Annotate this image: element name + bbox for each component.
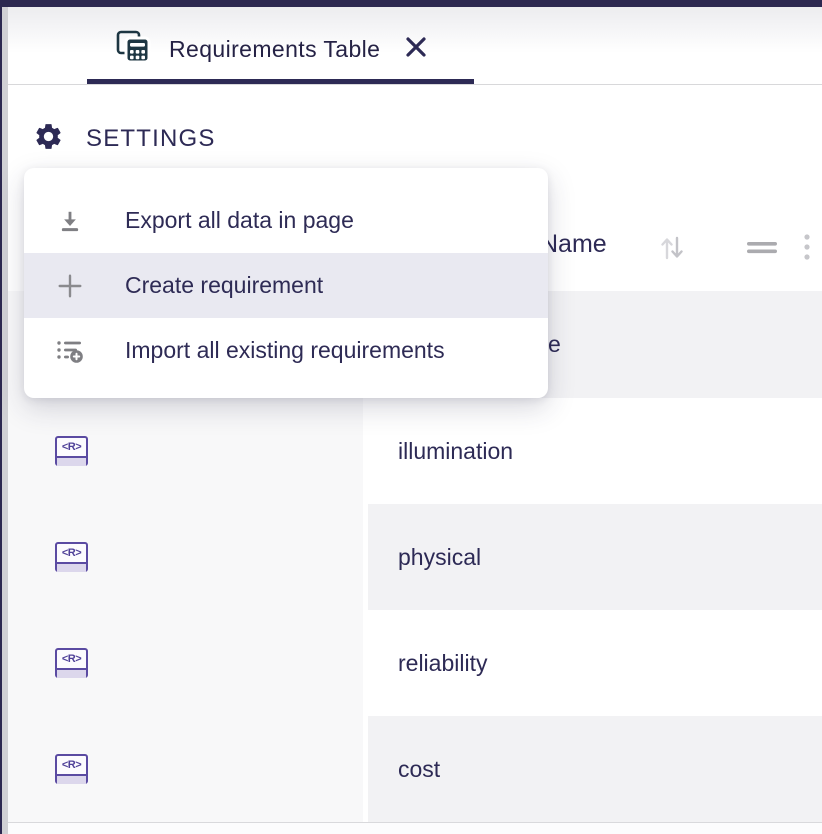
table-row[interactable]: cost — [368, 716, 822, 822]
row-name: reliability — [398, 650, 487, 677]
requirement-icon[interactable]: <R> — [55, 754, 88, 784]
side-panel-sliver — [2, 7, 8, 834]
row-name: cost — [398, 756, 440, 783]
menu-item-import[interactable]: Import all existing requirements — [24, 318, 548, 383]
download-icon — [54, 208, 86, 234]
row-name-partial: e — [548, 331, 561, 358]
requirement-icon[interactable]: <R> — [55, 648, 88, 678]
settings-button[interactable]: SETTINGS — [33, 121, 216, 157]
tab-label: Requirements Table — [169, 36, 380, 63]
table-row[interactable]: illumination — [368, 398, 822, 504]
requirement-icon[interactable]: <R> — [55, 542, 88, 572]
window-top-bar — [0, 0, 822, 7]
kebab-menu-icon[interactable] — [801, 232, 813, 269]
active-tab-underline — [87, 79, 474, 84]
bottom-strip — [8, 823, 822, 834]
settings-label: SETTINGS — [86, 125, 216, 153]
tab-requirements-table[interactable]: Requirements Table — [115, 27, 428, 71]
settings-dropdown-menu: Export all data in page Create requireme… — [24, 168, 548, 398]
requirement-icon[interactable]: <R> — [55, 436, 88, 466]
table-row[interactable]: reliability — [368, 610, 822, 716]
row-name: illumination — [398, 438, 513, 465]
menu-item-label: Export all data in page — [125, 207, 354, 234]
menu-item-label: Create requirement — [125, 272, 323, 299]
sort-icon[interactable] — [658, 233, 686, 268]
gear-icon — [33, 121, 64, 157]
table-icon — [115, 30, 151, 69]
row-name: physical — [398, 544, 481, 571]
window-left-edge — [0, 0, 2, 834]
menu-item-export[interactable]: Export all data in page — [24, 188, 548, 253]
plus-icon — [54, 273, 86, 299]
close-icon[interactable] — [404, 35, 428, 64]
resize-handle-icon[interactable] — [746, 240, 778, 261]
column-header-name[interactable]: Name — [540, 230, 607, 259]
table-row[interactable]: physical — [368, 504, 822, 610]
menu-item-label: Import all existing requirements — [125, 337, 445, 364]
menu-item-create-requirement[interactable]: Create requirement — [24, 253, 548, 318]
tab-bar: Requirements Table — [8, 7, 822, 85]
import-list-icon — [54, 338, 86, 364]
